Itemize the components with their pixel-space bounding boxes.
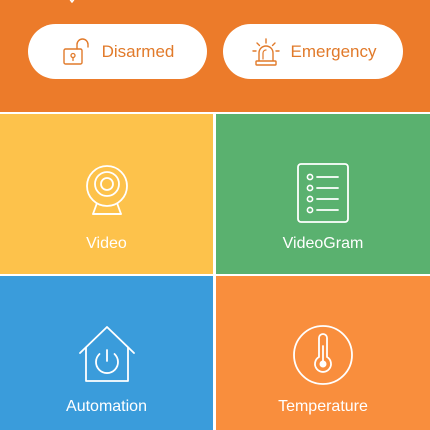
header-bar: Disarmed Emergency [0, 0, 430, 112]
videogram-tile[interactable]: VideoGram [216, 114, 430, 274]
house-power-icon [78, 326, 135, 382]
temperature-label: Temperature [278, 398, 368, 415]
temperature-tile[interactable]: Temperature [216, 276, 430, 430]
security-dashboard: Disarmed Emergency Video VideoGram Autom… [0, 0, 430, 430]
disarmed-label: Disarmed [101, 41, 175, 61]
thermometer-icon [293, 325, 353, 385]
video-label: Video [86, 235, 127, 252]
emergency-label: Emergency [290, 41, 377, 61]
emergency-button[interactable]: Emergency [223, 24, 403, 79]
disarmed-button[interactable]: Disarmed [28, 24, 207, 79]
unlocked-padlock-icon [61, 36, 93, 68]
camera-icon [85, 165, 128, 215]
videogram-label: VideoGram [282, 235, 364, 252]
video-tile[interactable]: Video [0, 114, 213, 274]
chevron-down-icon[interactable] [66, 0, 78, 4]
list-document-icon [297, 163, 349, 223]
siren-icon [250, 36, 282, 68]
automation-label: Automation [66, 398, 147, 415]
automation-tile[interactable]: Automation [0, 276, 213, 430]
